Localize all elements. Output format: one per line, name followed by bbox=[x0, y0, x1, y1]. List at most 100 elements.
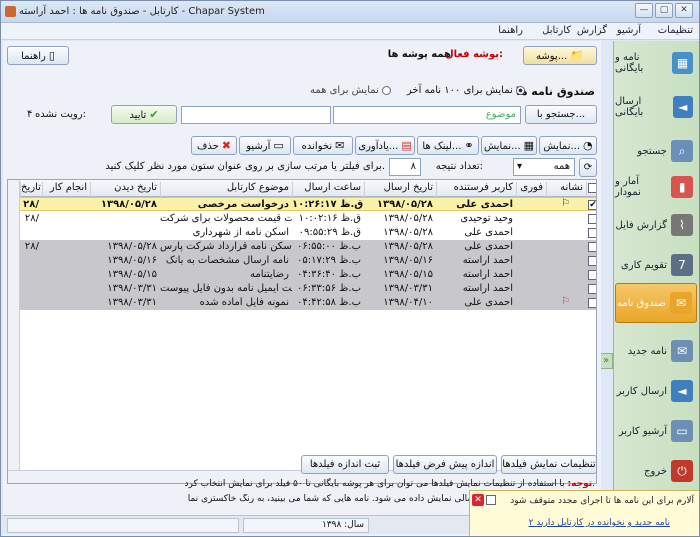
table-row[interactable]: احمد آراسته ۱۳۹۸/۰۵/۱۵ ۰۴:۳۶:۴۰ ب.ظ رضای… bbox=[8, 268, 596, 282]
sidebar-item-label: نامه جدید bbox=[627, 345, 667, 357]
sidebar-item-label: گزارش فایل bbox=[615, 219, 667, 231]
menu-archive[interactable]: آرشیو bbox=[617, 25, 641, 36]
menu-settings[interactable]: تنظیمات bbox=[658, 25, 693, 36]
radio-all[interactable]: نمایش برای همه bbox=[310, 85, 391, 96]
row-checkbox[interactable] bbox=[588, 242, 596, 252]
menu-cartable[interactable]: کارتابل bbox=[542, 25, 571, 36]
row-checkbox[interactable] bbox=[588, 284, 596, 294]
row-checkbox[interactable] bbox=[588, 228, 596, 238]
cell-sender: احمدی علی bbox=[464, 297, 513, 308]
close-icon[interactable]: ✕ bbox=[472, 494, 484, 506]
sidebar-item-exit[interactable]: خروج ⏻ bbox=[615, 451, 697, 491]
sidebar-item-new-letter[interactable]: نامه جدید ✉ bbox=[615, 331, 697, 371]
filter-select[interactable]: همه ▾ bbox=[513, 158, 575, 176]
header-sender[interactable]: کاربر فرستنده bbox=[436, 182, 516, 197]
status-cell bbox=[7, 518, 239, 533]
view-button[interactable]: نمایش... ◔ bbox=[539, 136, 597, 155]
folder-button[interactable]: پوشه... 📁 bbox=[523, 46, 597, 65]
refresh-button[interactable]: ⟳ bbox=[579, 158, 597, 177]
radio-all-dot[interactable] bbox=[382, 85, 391, 95]
collapse-sidebar-button[interactable]: » bbox=[599, 353, 613, 369]
row-checkbox[interactable]: ✔ bbox=[588, 200, 596, 210]
row-checkbox[interactable] bbox=[588, 270, 596, 280]
field-settings-button[interactable]: تنظیمات نمایش فیلدها bbox=[501, 455, 597, 474]
send-user-icon: ◄ bbox=[671, 380, 693, 402]
table-row[interactable]: ⚐ احمدی علی ۱۳۹۸/۰۴/۱۰ ۰۴:۴۲:۵۸ ب.ظ نمون… bbox=[8, 296, 596, 310]
letters-archive-icon: ▦ bbox=[672, 52, 693, 74]
row-checkbox[interactable] bbox=[588, 214, 596, 224]
inbox-icon: ✉ bbox=[670, 292, 692, 314]
table-header: نشانه فوری کاربر فرستنده تاریخ ارسال ساع… bbox=[8, 180, 596, 197]
reminder-button[interactable]: یادآوری... ▤ bbox=[355, 136, 415, 155]
sidebar-item-user-archive[interactable]: آرشیو کاربر ▭ bbox=[615, 411, 697, 451]
sidebar-item-letters-archive[interactable]: نامه و بایگانی ▦ bbox=[615, 43, 697, 83]
cell-time: ۰۴:۴۲:۵۸ ب.ظ bbox=[297, 297, 361, 308]
table-row[interactable]: احمدی علی ۱۳۹۸/۰۵/۲۸ ۰۹:۵۵:۲۹ ق.ظ اسکن ن… bbox=[8, 226, 596, 240]
display-button[interactable]: نمایش... ▦ bbox=[481, 136, 537, 155]
radio-last100[interactable]: نمایش برای ۱۰۰ نامه آخر bbox=[407, 85, 525, 96]
help-label: راهنما bbox=[21, 51, 46, 62]
sidebar-item-inbox[interactable]: صندوق نامه ✉ bbox=[615, 283, 697, 323]
sidebar-item-file-report[interactable]: گزارش فایل ⌇ bbox=[615, 205, 697, 245]
sidebar-item-send-user[interactable]: ارسال کاربر ◄ bbox=[615, 371, 697, 411]
table-row[interactable]: احمد آراسته ۱۳۹۸/۰۵/۱۶ ۰۵:۱۷:۲۹ ب.ظ نامه… bbox=[8, 254, 596, 268]
cell-date: ۱۳۹۸/۰۵/۲۸ bbox=[376, 199, 433, 210]
cell-time: ۰۴:۳۶:۴۰ ب.ظ bbox=[297, 269, 361, 280]
result-count-label: تعداد نتیجه: bbox=[435, 161, 483, 172]
save-size-button[interactable]: ثبت اندازه فیلدها bbox=[301, 455, 389, 474]
header-mark[interactable]: نشانه bbox=[546, 182, 586, 197]
cell-subject: درخواست مرخصی bbox=[197, 199, 289, 210]
cell-sender: احمدی علی bbox=[456, 199, 513, 210]
row-checkbox[interactable] bbox=[588, 256, 596, 266]
table-row[interactable]: احمدی علی ۱۳۹۸/۰۵/۲۸ ۰۶:۵۵:۰۰ ب.ظ اسکن ن… bbox=[8, 240, 596, 254]
table-row[interactable]: ✔ ⚐ احمدی علی ۱۳۹۸/۰۵/۲۸ ۱۰:۲۶:۱۷ ق.ظ در… bbox=[8, 197, 596, 211]
search-field-type[interactable]: موضوع bbox=[333, 106, 521, 124]
new-letters-link[interactable]: ۲ نامه جدید و نخوانده در کارتابل دارید bbox=[529, 518, 670, 528]
archive-button[interactable]: آرشیو ▭ bbox=[239, 136, 291, 155]
menu-help[interactable]: راهنما bbox=[498, 25, 523, 36]
close-button[interactable]: ✕ bbox=[675, 3, 693, 18]
display-icon: ▦ bbox=[523, 139, 535, 152]
help-button[interactable]: راهنما ▯ bbox=[7, 46, 69, 65]
table-row[interactable]: احمد آراسته ۱۳۹۸/۰۳/۳۱ ۰۶:۳۳:۵۶ ب.ظ تست … bbox=[8, 282, 596, 296]
header-send-date[interactable]: تاریخ ارسال bbox=[364, 182, 436, 197]
menu-report[interactable]: گزارش bbox=[577, 25, 607, 36]
cell-date: ۱۳۹۸/۰۴/۱۰ bbox=[383, 297, 433, 308]
table-row[interactable]: وحید توحیدی ۱۳۹۸/۰۵/۲۸ ۱۰:۰۲:۱۶ ق.ظ لیست… bbox=[8, 212, 596, 226]
reminder-label: یادآوری... bbox=[358, 141, 399, 152]
delete-button[interactable]: حذف ✖ bbox=[191, 136, 237, 155]
header-task[interactable]: انجام کار bbox=[42, 182, 90, 197]
unread-button[interactable]: نخوانده ✉ bbox=[293, 136, 353, 155]
header-urgent[interactable]: فوری bbox=[516, 182, 546, 197]
header-subject[interactable]: موضوع کارتابل bbox=[160, 182, 292, 197]
search-icon: ⌕ bbox=[671, 140, 693, 162]
sidebar-item-calendar[interactable]: تقویم کاری 7 bbox=[615, 245, 697, 285]
radio-last100-dot[interactable] bbox=[516, 85, 525, 95]
sidebar-item-stats[interactable]: آمار و نمودار ▮ bbox=[615, 167, 697, 207]
cell-seen: ۱۳۹۸/۰۵/۲۸ bbox=[107, 241, 157, 252]
header-select[interactable] bbox=[586, 182, 596, 197]
vertical-scrollbar[interactable] bbox=[8, 180, 20, 472]
maximize-button[interactable]: ▢ bbox=[655, 3, 673, 18]
confirm-button[interactable]: تایید ✔ bbox=[111, 105, 177, 124]
select-all-checkbox[interactable] bbox=[588, 183, 596, 193]
header-seen-date[interactable]: تاریخ دیدن bbox=[90, 182, 160, 197]
header-send-time[interactable]: ساعت ارسال bbox=[292, 182, 364, 197]
search-input[interactable] bbox=[181, 106, 331, 124]
search-by-button[interactable]: جستجو با... bbox=[525, 105, 597, 124]
filter-hint: برای فیلتر یا مرتب سازی بر روی عنوان ستو… bbox=[105, 161, 385, 172]
active-folder-prefix: پوشه فعال: bbox=[444, 49, 503, 60]
row-checkbox[interactable] bbox=[588, 298, 596, 308]
links-button[interactable]: لینک ها... ⚭ bbox=[417, 136, 479, 155]
default-size-button[interactable]: اندازه پیش فرض فیلدها bbox=[393, 455, 497, 474]
minimize-button[interactable]: — bbox=[635, 3, 653, 18]
header-extra-date[interactable]: تاریخ bbox=[20, 182, 42, 197]
confirm-label: تایید bbox=[129, 110, 147, 121]
notice-line1: توجه: با استفاده از تنظیمات نمایش فیلدها… bbox=[185, 479, 595, 489]
cell-subject: نامه ارسال مشخصات به بانک bbox=[165, 255, 289, 266]
sidebar-item-send-archive[interactable]: ارسال بایگانی ◄ bbox=[615, 87, 697, 127]
cell-subject: لیست قیمت محصولات برای شرکت bbox=[160, 213, 292, 224]
user-archive-icon: ▭ bbox=[671, 420, 693, 442]
sidebar-item-search[interactable]: جستجو ⌕ bbox=[615, 131, 697, 171]
alarm-checkbox[interactable] bbox=[486, 495, 496, 505]
